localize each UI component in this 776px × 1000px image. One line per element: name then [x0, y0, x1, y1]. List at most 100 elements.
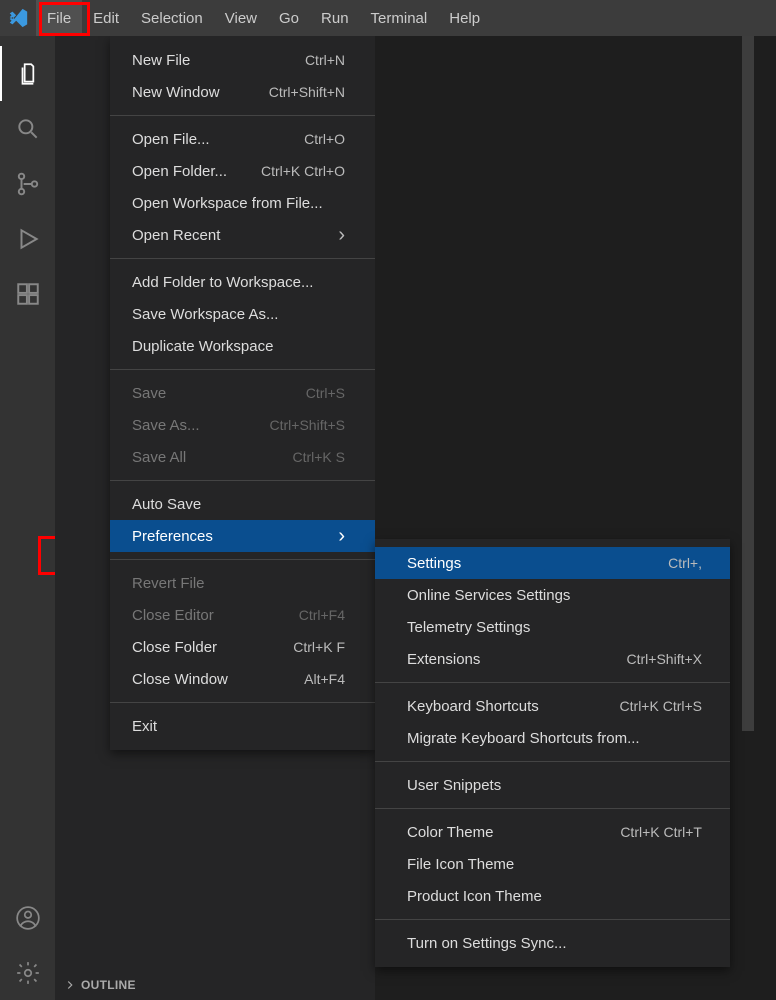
- chevron-right-icon: ›: [338, 224, 345, 247]
- menuitem-auto-save[interactable]: Auto Save: [110, 488, 375, 520]
- submenuitem-label: Extensions: [407, 651, 480, 668]
- menu-help[interactable]: Help: [438, 0, 491, 36]
- submenuitem-label: Online Services Settings: [407, 587, 570, 604]
- submenuitem-label: Settings: [407, 555, 461, 572]
- submenuitem-label: User Snippets: [407, 777, 501, 794]
- menuitem-save-workspace-as[interactable]: Save Workspace As...: [110, 298, 375, 330]
- submenuitem-label: Product Icon Theme: [407, 888, 542, 905]
- menu-run[interactable]: Run: [310, 0, 360, 36]
- menuitem-add-folder-to-workspace[interactable]: Add Folder to Workspace...: [110, 266, 375, 298]
- menuitem-label: Open File...: [132, 131, 210, 148]
- explorer-icon[interactable]: [0, 46, 55, 101]
- menuitem-label: Save As...: [132, 417, 200, 434]
- chevron-right-icon: ›: [338, 525, 345, 548]
- menu-selection[interactable]: Selection: [130, 0, 214, 36]
- menuitem-preferences[interactable]: Preferences ›: [110, 520, 375, 552]
- submenuitem-extensions[interactable]: Extensions Ctrl+Shift+X: [375, 643, 730, 675]
- menuitem-label: Save: [132, 385, 166, 402]
- extensions-icon[interactable]: [0, 266, 55, 321]
- menu-edit[interactable]: Edit: [82, 0, 130, 36]
- menuitem-close-editor: Close Editor Ctrl+F4: [110, 599, 375, 631]
- menu-view[interactable]: View: [214, 0, 268, 36]
- submenuitem-online-services-settings[interactable]: Online Services Settings: [375, 579, 730, 611]
- menuitem-label: New Window: [132, 84, 220, 101]
- menuitem-save-as: Save As... Ctrl+Shift+S: [110, 409, 375, 441]
- menuitem-close-window[interactable]: Close Window Alt+F4: [110, 663, 375, 695]
- menuitem-label: Open Recent: [132, 227, 220, 244]
- menuitem-new-window[interactable]: New WindowCtrl+Shift+N: [110, 76, 375, 108]
- keybinding: Ctrl+F4: [299, 607, 345, 623]
- keybinding: Ctrl+Shift+S: [270, 417, 345, 433]
- separator: [375, 682, 730, 683]
- submenuitem-label: Keyboard Shortcuts: [407, 698, 539, 715]
- menuitem-save: Save Ctrl+S: [110, 377, 375, 409]
- editor-area: SettingsCtrl+, Online Services Settings Te…: [375, 36, 776, 1000]
- submenuitem-file-icon-theme[interactable]: File Icon Theme: [375, 848, 730, 880]
- outline-header[interactable]: OUTLINE: [55, 970, 375, 1000]
- menu-terminal[interactable]: Terminal: [360, 0, 439, 36]
- separator: [110, 369, 375, 370]
- sidepanel: New File Ctrl+N New WindowCtrl+Shift+N Open…: [55, 36, 375, 1000]
- menuitem-label: Preferences: [132, 528, 213, 545]
- submenuitem-keyboard-shortcuts[interactable]: Keyboard Shortcuts Ctrl+K Ctrl+S: [375, 690, 730, 722]
- keybinding: Ctrl+O: [304, 131, 345, 147]
- menuitem-open-file[interactable]: Open File... Ctrl+O: [110, 123, 375, 155]
- menuitem-label: Close Editor: [132, 607, 214, 624]
- menuitem-open-recent[interactable]: Open Recent ›: [110, 219, 375, 251]
- submenuitem-label: Color Theme: [407, 824, 493, 841]
- sourcecontrol-icon[interactable]: [0, 156, 55, 211]
- keybinding: Ctrl+K Ctrl+O: [261, 163, 345, 179]
- menuitem-label: New File: [132, 52, 190, 69]
- separator: [375, 808, 730, 809]
- separator: [110, 702, 375, 703]
- keybinding: Ctrl+K Ctrl+S: [620, 698, 702, 714]
- submenuitem-migrate-keyboard-shortcuts-from[interactable]: Migrate Keyboard Shortcuts from...: [375, 722, 730, 754]
- keybinding: Ctrl+K Ctrl+T: [620, 824, 702, 840]
- keybinding: Ctrl+S: [306, 385, 345, 401]
- menubar: FileEditSelectionViewGoRunTerminalHelp: [0, 0, 776, 36]
- submenuitem-label: Telemetry Settings: [407, 619, 530, 636]
- keybinding: Ctrl+Shift+X: [627, 651, 702, 667]
- keybinding: Ctrl+K F: [293, 639, 345, 655]
- menuitem-open-workspace-from-file[interactable]: Open Workspace from File...: [110, 187, 375, 219]
- menuitem-label: Save Workspace As...: [132, 306, 278, 323]
- menuitem-duplicate-workspace[interactable]: Duplicate Workspace: [110, 330, 375, 362]
- menuitem-save-all: Save AllCtrl+K S: [110, 441, 375, 473]
- vscode-logo-icon: [0, 0, 36, 36]
- menu-file[interactable]: File: [36, 0, 82, 36]
- menuitem-label: Open Workspace from File...: [132, 195, 323, 212]
- submenuitem-label: Migrate Keyboard Shortcuts from...: [407, 730, 640, 747]
- separator: [375, 919, 730, 920]
- search-icon[interactable]: [0, 101, 55, 156]
- menuitem-label: Close Window: [132, 671, 228, 688]
- menuitem-label: Open Folder...: [132, 163, 227, 180]
- keybinding: Ctrl+N: [305, 52, 345, 68]
- submenuitem-product-icon-theme[interactable]: Product Icon Theme: [375, 880, 730, 912]
- submenuitem-settings[interactable]: SettingsCtrl+,: [375, 547, 730, 579]
- file-dropdown: New File Ctrl+N New WindowCtrl+Shift+N Open…: [110, 36, 375, 750]
- menuitem-close-folder[interactable]: Close FolderCtrl+K F: [110, 631, 375, 663]
- submenuitem-label: File Icon Theme: [407, 856, 514, 873]
- menuitem-label: Exit: [132, 718, 157, 735]
- preferences-submenu: SettingsCtrl+, Online Services Settings Te…: [375, 539, 730, 967]
- keybinding: Alt+F4: [304, 671, 345, 687]
- menuitem-label: Duplicate Workspace: [132, 338, 273, 355]
- separator: [375, 761, 730, 762]
- menuitem-exit[interactable]: Exit: [110, 710, 375, 742]
- outline-label: OUTLINE: [81, 978, 136, 992]
- settings-gear-icon[interactable]: [0, 945, 55, 1000]
- menu-go[interactable]: Go: [268, 0, 310, 36]
- submenuitem-color-theme[interactable]: Color Theme Ctrl+K Ctrl+T: [375, 816, 730, 848]
- separator: [110, 115, 375, 116]
- menuitem-open-folder[interactable]: Open Folder... Ctrl+K Ctrl+O: [110, 155, 375, 187]
- scrollbar-thumb[interactable]: [742, 36, 754, 731]
- menuitem-new-file[interactable]: New File Ctrl+N: [110, 44, 375, 76]
- menuitem-label: Add Folder to Workspace...: [132, 274, 313, 291]
- menuitem-revert-file: Revert File: [110, 567, 375, 599]
- run-icon[interactable]: [0, 211, 55, 266]
- menuitem-label: Auto Save: [132, 496, 201, 513]
- accounts-icon[interactable]: [0, 890, 55, 945]
- submenuitem-turn-on-settings-sync[interactable]: Turn on Settings Sync...: [375, 927, 730, 959]
- submenuitem-telemetry-settings[interactable]: Telemetry Settings: [375, 611, 730, 643]
- submenuitem-user-snippets[interactable]: User Snippets: [375, 769, 730, 801]
